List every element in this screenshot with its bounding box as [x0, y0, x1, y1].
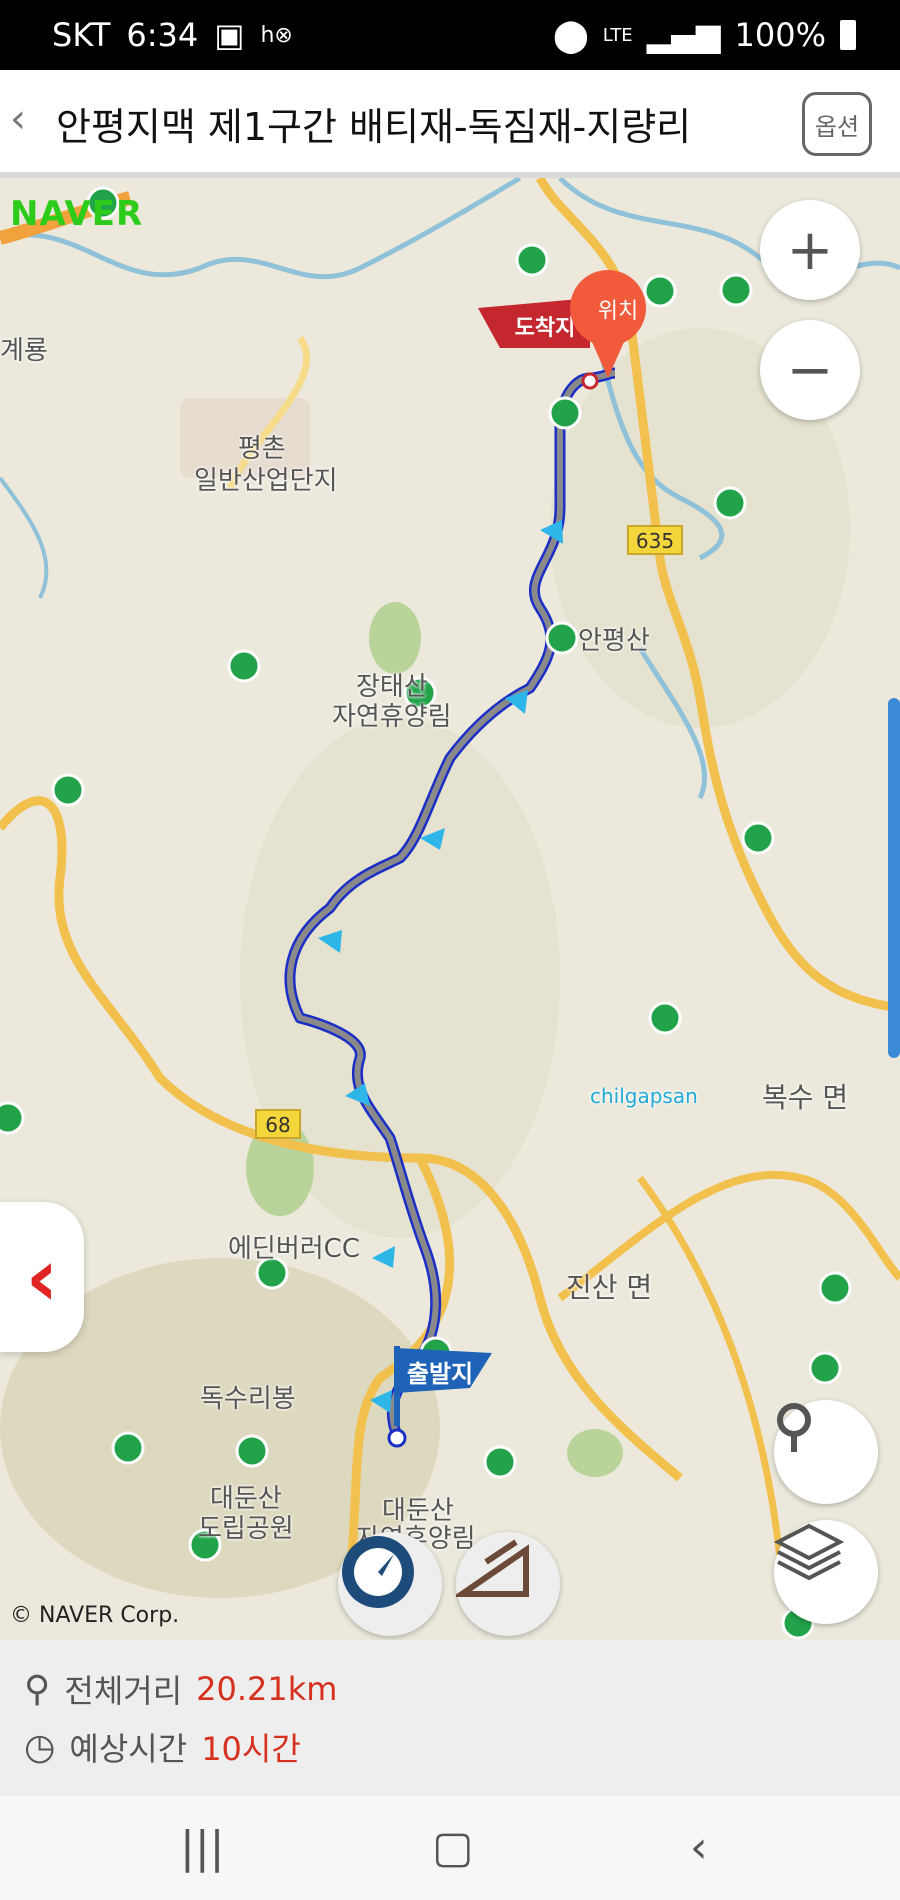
- speedometer-icon: [342, 1536, 414, 1608]
- system-nav-bar: ||| ▢ ‹: [0, 1796, 900, 1900]
- end-flag-label: 도착지: [515, 316, 576, 341]
- image-notification-icon: ▣: [214, 16, 245, 54]
- distance-value: 20.21km: [196, 1670, 338, 1708]
- road-635-label: 635: [636, 529, 674, 553]
- recent-apps-icon[interactable]: |||: [180, 1822, 224, 1873]
- status-bar: SKT 6:34 ▣ h⊗ ⬤ LTE ▂▄▆ 100%: [0, 0, 900, 70]
- layers-icon: [774, 1523, 844, 1580]
- app-bar: ‹ 안평지맥 제1구간 배티재-독짐재-지량리 옵션: [0, 70, 900, 178]
- start-flag-label: 출발지: [407, 1360, 473, 1388]
- map-label-jangtaesan-forest: 자연휴양림: [332, 702, 452, 732]
- map-label-boksu: 복수 면: [762, 1081, 849, 1114]
- map-label-anpyeongsan: 안평산: [578, 626, 650, 656]
- map-label-industrial: 일반산업단지: [194, 466, 338, 496]
- home-icon[interactable]: ▢: [432, 1822, 474, 1873]
- map-label-jinsan: 진산 면: [566, 1271, 653, 1304]
- distance-label: 전체거리: [64, 1672, 183, 1710]
- map-label-gyeryong: 계룡: [0, 336, 48, 366]
- route-info-panel: ⚲ 전체거리 20.21km ◷ 예상시간 10시간: [0, 1640, 900, 1796]
- signal-icon: ▂▄▆: [646, 16, 721, 54]
- options-button[interactable]: 옵션: [802, 92, 872, 156]
- side-panel-toggle-button[interactable]: ‹: [0, 1202, 84, 1352]
- clock: 6:34: [126, 16, 199, 54]
- map-copyright: © NAVER Corp.: [10, 1603, 180, 1628]
- map-view[interactable]: 635 68 출발지 도착지 위치 NAVER 계룡 평촌 일반산업단지 장태산…: [0, 178, 900, 1640]
- map-canvas: 635 68 출발지 도착지 위치: [0, 178, 900, 1640]
- battery-percent: 100%: [734, 16, 826, 54]
- page-title: 안평지맥 제1구간 배티재-독짐재-지량리: [56, 105, 692, 149]
- back-icon[interactable]: ‹: [10, 96, 26, 142]
- map-label-provincial-park: 도립공원: [198, 1514, 294, 1544]
- map-layers-button[interactable]: [774, 1520, 878, 1624]
- naver-logo: NAVER: [10, 194, 144, 234]
- location-pin-icon: [777, 1403, 811, 1452]
- elevation-profile-button[interactable]: [456, 1532, 560, 1636]
- speedometer-button[interactable]: [338, 1532, 442, 1636]
- distance-icon: ⚲: [24, 1668, 51, 1710]
- time-label: 예상시간: [69, 1730, 188, 1768]
- map-label-chilgapsan: chilgapsan: [590, 1084, 698, 1108]
- elevation-icon: [456, 1539, 529, 1597]
- location-pin-label: 위치: [598, 299, 638, 324]
- road-68-label: 68: [265, 1113, 290, 1137]
- zoom-in-button[interactable]: +: [760, 200, 860, 300]
- current-location-button[interactable]: [774, 1400, 878, 1504]
- notification-icon: h⊗: [260, 22, 293, 48]
- time-value: 10시간: [201, 1730, 301, 1768]
- time-icon: ◷: [24, 1726, 56, 1768]
- carrier: SKT: [52, 16, 111, 54]
- battery-icon: [840, 20, 856, 50]
- map-label-edinburgh-cc: 에딘버러CC: [228, 1234, 360, 1264]
- zoom-out-button[interactable]: −: [760, 320, 860, 420]
- location-icon: ⬤: [552, 16, 589, 54]
- map-label-doksuribong: 독수리봉: [200, 1384, 296, 1414]
- system-back-icon[interactable]: ‹: [690, 1822, 708, 1873]
- network-type: LTE: [602, 24, 633, 46]
